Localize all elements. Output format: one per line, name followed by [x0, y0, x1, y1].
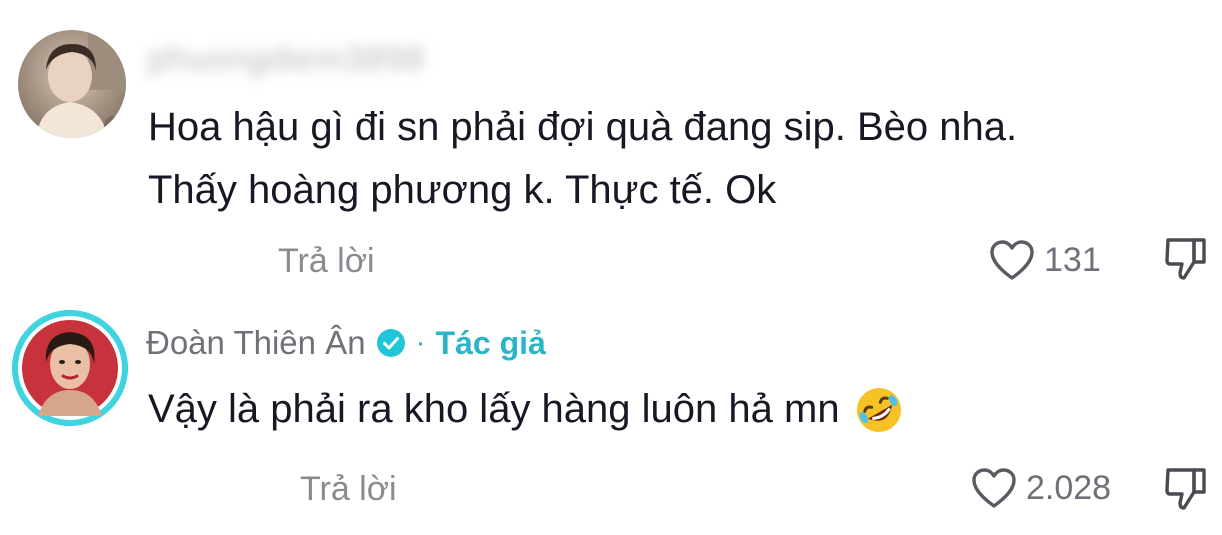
comment-text: Hoa hậu gì đi sn phải đợi quà đang sip. … [148, 96, 1188, 222]
avatar-image [12, 310, 128, 426]
username[interactable]: Đoàn Thiên Ân [146, 324, 366, 362]
reply-button[interactable]: Trả lời [278, 242, 375, 281]
thumbs-down-icon[interactable] [1164, 236, 1208, 282]
rolling-on-floor-laughing-emoji-icon [856, 387, 901, 432]
avatar-image [18, 30, 126, 138]
author-badge: Tác giả [435, 324, 546, 361]
author-row: Đoàn Thiên Ân · Tác giả [146, 324, 546, 362]
like-count: 131 [1044, 240, 1101, 279]
thumbs-down-icon[interactable] [1164, 466, 1208, 512]
comment-text: Vậy là phải ra kho lấy hàng luôn hả mn [148, 378, 1148, 441]
separator-dot: · [415, 326, 426, 359]
like-button[interactable]: 131 [988, 238, 1101, 282]
heart-icon [990, 240, 1034, 280]
heart-icon [972, 468, 1016, 508]
comment-item: Đoàn Thiên Ân · Tác giả Vậy là phải ra k… [0, 300, 1222, 535]
comment-text-line: Thấy hoàng phương k. Thực tế. Ok [148, 168, 777, 212]
comment-item: phuongdiem3898 Hoa hậu gì đi sn phải đợi… [0, 0, 1222, 300]
verified-check-icon [376, 329, 405, 357]
like-count: 2.028 [1026, 468, 1112, 507]
comment-text-line: Vậy là phải ra kho lấy hàng luôn hả mn [148, 387, 840, 431]
reply-button[interactable]: Trả lời [300, 470, 397, 509]
avatar[interactable] [18, 30, 126, 138]
like-button[interactable]: 2.028 [970, 466, 1111, 510]
comment-text-line: Hoa hậu gì đi sn phải đợi quà đang sip. … [148, 105, 1018, 149]
username[interactable]: phuongdiem3898 [148, 40, 425, 79]
avatar[interactable] [12, 310, 128, 426]
